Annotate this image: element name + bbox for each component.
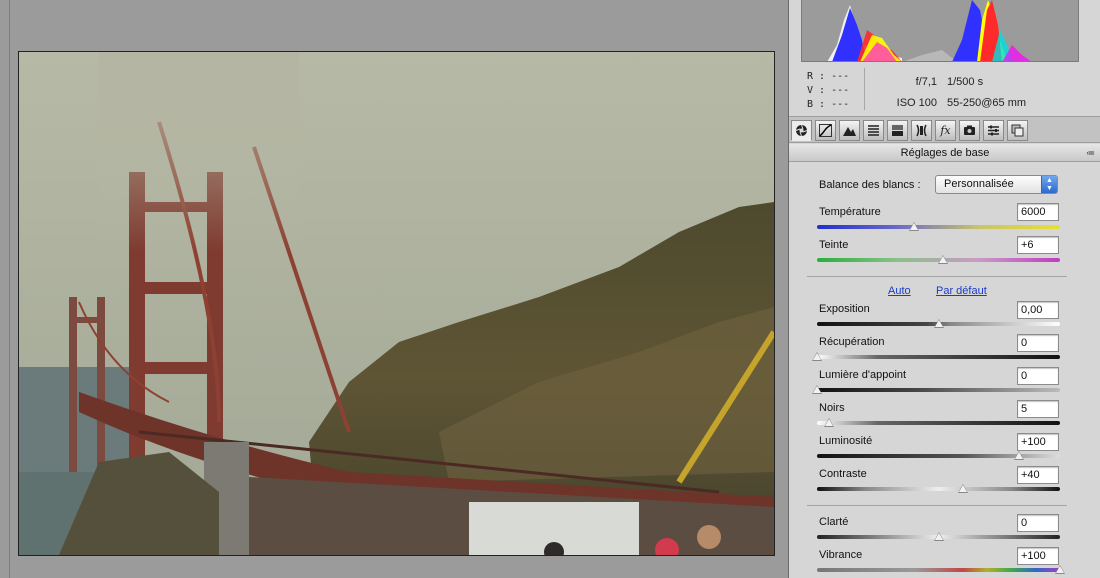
exposure-thumb[interactable] <box>933 319 944 328</box>
lens-corrections-icon <box>916 124 927 137</box>
hsl-tab[interactable] <box>863 120 884 141</box>
contrast-label: Contraste <box>819 468 867 480</box>
aperture-value: f/7,1 <box>915 76 937 88</box>
temperature-label: Température <box>819 206 881 218</box>
white-balance-select[interactable]: Personnalisée ▲ ▼ <box>935 175 1058 194</box>
vibrance-label: Vibrance <box>819 549 863 561</box>
section-title: Réglages de base <box>900 147 990 159</box>
contrast-input[interactable]: +40 <box>1017 466 1059 484</box>
rgb-readout: R : --- V : --- B : --- <box>807 70 867 112</box>
clarity-input[interactable]: 0 <box>1017 514 1059 532</box>
vibrance-input[interactable]: +100 <box>1017 547 1059 565</box>
panel-menu-icon[interactable]: ≔ <box>1086 144 1095 162</box>
recovery-label: Récupération <box>819 336 885 348</box>
shutter-value: 1/500 s <box>947 76 984 88</box>
tone-curve-icon <box>819 124 832 137</box>
vibrance-thumb[interactable] <box>1055 565 1065 574</box>
exposure-input[interactable]: 0,00 <box>1017 301 1059 319</box>
brightness-thumb[interactable] <box>1013 451 1024 460</box>
select-arrows-icon: ▲ ▼ <box>1041 176 1057 193</box>
tint-input[interactable]: +6 <box>1017 236 1059 254</box>
r-label: R : <box>807 71 826 82</box>
blacks-slider[interactable] <box>817 421 1060 425</box>
basic-tab[interactable] <box>791 120 812 141</box>
lens-value: 55-250@65 mm <box>947 97 1027 109</box>
blacks-thumb[interactable] <box>824 418 835 427</box>
clarity-thumb[interactable] <box>933 532 944 541</box>
v-value: --- <box>831 85 850 96</box>
tint-thumb[interactable] <box>938 255 949 264</box>
fill-light-slider[interactable] <box>817 388 1060 392</box>
histogram-graph <box>802 0 1078 61</box>
b-value: --- <box>831 99 850 110</box>
fill-light-input[interactable]: 0 <box>1017 367 1059 385</box>
adjustments-panel: R : --- V : --- B : --- f/7,1 1/500 s ISO… <box>788 0 1100 578</box>
split-toning-icon <box>892 125 903 136</box>
iso-value: ISO 100 <box>896 97 937 109</box>
r-value: --- <box>831 71 850 82</box>
contrast-thumb[interactable] <box>957 484 968 493</box>
white-balance-value: Personnalisée <box>944 178 1014 190</box>
section-header: Réglages de base ≔ <box>789 144 1100 162</box>
blacks-label: Noirs <box>819 402 845 414</box>
lens-corrections-tab[interactable] <box>911 120 932 141</box>
presets-icon <box>988 125 999 136</box>
temperature-input[interactable]: 6000 <box>1017 203 1059 221</box>
effects-tab[interactable]: fx <box>935 120 956 141</box>
brightness-input[interactable]: +100 <box>1017 433 1059 451</box>
image-preview-area <box>0 0 788 578</box>
detail-icon <box>843 127 856 136</box>
tone-curve-tab[interactable] <box>815 120 836 141</box>
b-label: B : <box>807 99 826 110</box>
fill-light-label: Lumière d'appoint <box>819 369 907 381</box>
fill-light-thumb[interactable] <box>812 385 822 394</box>
preview-edge <box>9 0 10 578</box>
histogram <box>801 0 1079 62</box>
split-toning-tab[interactable] <box>887 120 908 141</box>
effects-icon: fx <box>940 124 951 137</box>
basic-controls: Balance des blancs : Personnalisée ▲ ▼ Te… <box>789 163 1100 578</box>
camera-calibration-tab[interactable] <box>959 120 980 141</box>
hsl-icon <box>868 125 879 136</box>
recovery-thumb[interactable] <box>812 352 822 361</box>
blacks-input[interactable]: 5 <box>1017 400 1059 418</box>
v-label: V : <box>807 85 826 96</box>
divider <box>807 276 1067 277</box>
aperture-icon <box>795 124 808 137</box>
exposure-label: Exposition <box>819 303 870 315</box>
preview-photo[interactable] <box>18 51 775 556</box>
presets-tab[interactable] <box>983 120 1004 141</box>
temperature-slider[interactable] <box>817 225 1060 229</box>
clarity-label: Clarté <box>819 516 849 528</box>
recovery-input[interactable]: 0 <box>1017 334 1059 352</box>
snapshots-icon <box>1011 124 1024 137</box>
tint-label: Teinte <box>819 239 849 251</box>
recovery-slider[interactable] <box>817 355 1060 359</box>
snapshots-tab[interactable] <box>1007 120 1028 141</box>
contrast-slider[interactable] <box>817 487 1060 491</box>
default-link[interactable]: Par défaut <box>936 285 987 297</box>
info-divider <box>864 68 865 110</box>
auto-link[interactable]: Auto <box>888 285 911 297</box>
white-balance-label: Balance des blancs : <box>819 179 921 191</box>
golden-gate-bridge-photo <box>19 52 774 555</box>
divider <box>807 505 1067 506</box>
camera-calibration-icon <box>964 125 975 135</box>
brightness-label: Luminosité <box>819 435 873 447</box>
temperature-thumb[interactable] <box>909 222 920 231</box>
camera-info: f/7,1 1/500 s ISO 100 55-250@65 mm <box>889 72 1059 114</box>
vibrance-slider[interactable] <box>817 568 1060 572</box>
detail-tab[interactable] <box>839 120 860 141</box>
panel-tab-strip: fx <box>789 116 1100 143</box>
